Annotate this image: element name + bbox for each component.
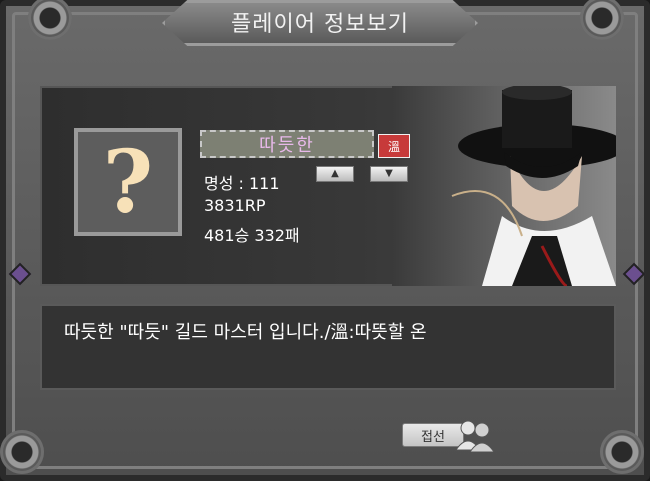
close-button-label: 접선	[421, 429, 445, 445]
player-description: 따듯한 "따듯" 길드 마스터 입니다./溫:따뜻할 온	[64, 322, 427, 343]
friends-icon[interactable]	[452, 418, 498, 452]
player-name-plate: 따듯한	[200, 130, 374, 158]
player-name: 따듯한	[259, 135, 315, 156]
player-portrait: ?	[74, 128, 182, 236]
reputation-stat: 명성 : 111	[204, 174, 280, 193]
description-panel	[40, 304, 616, 390]
gear-icon	[600, 430, 644, 474]
triangle-up-icon: ▲	[331, 168, 339, 179]
character-illustration	[392, 86, 616, 286]
gear-icon	[0, 430, 44, 474]
question-mark-icon: ?	[102, 131, 154, 233]
win-loss-stat: 481승 332패	[204, 226, 300, 245]
triangle-down-icon: ▼	[385, 168, 393, 179]
rp-stat: 3831RP	[204, 196, 266, 215]
guild-badge: 溫	[378, 134, 410, 158]
arrow-down-button[interactable]: ▼	[370, 166, 408, 182]
arrow-up-button[interactable]: ▲	[316, 166, 354, 182]
window-title: 플레이어 정보보기	[231, 12, 409, 37]
